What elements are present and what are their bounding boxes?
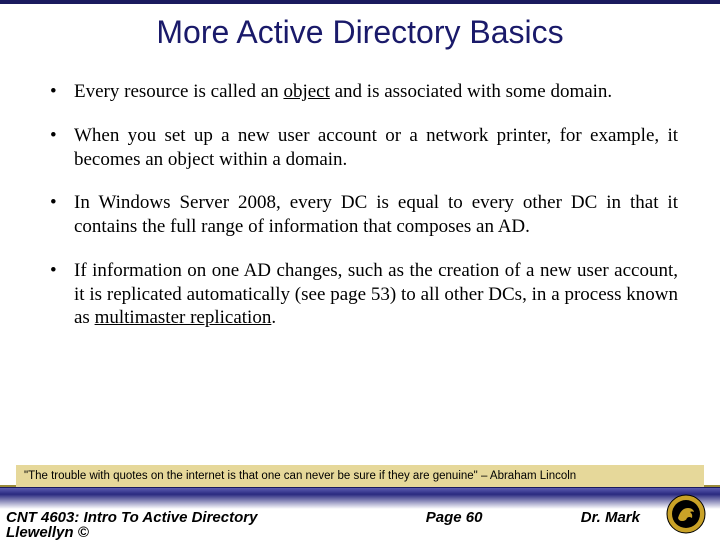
bullet-item: In Windows Server 2008, every DC is equa… [48, 191, 678, 239]
footer-page: Page 60 [257, 509, 580, 526]
bullet-item: When you set up a new user account or a … [48, 124, 678, 172]
footer: CNT 4603: Intro To Active Directory Page… [0, 507, 720, 540]
bullet-text: When you set up a new user account or a … [74, 125, 678, 170]
bullet-text: In Windows Server 2008, every DC is equa… [74, 192, 678, 237]
footer-copyright: Llewellyn © [6, 524, 89, 540]
quote-bar: "The trouble with quotes on the internet… [16, 465, 704, 487]
bullet-text: and is associated with some domain. [330, 81, 612, 102]
bullet-text: . [271, 307, 276, 328]
bullet-item: Every resource is called an object and i… [48, 80, 678, 104]
footer-gradient [0, 487, 720, 509]
bullet-item: If information on one AD changes, such a… [48, 259, 678, 330]
bullet-list: Every resource is called an object and i… [48, 80, 678, 330]
bullet-underline: object [283, 81, 329, 102]
slide-body: Every resource is called an object and i… [48, 80, 678, 350]
slide: More Active Directory Basics Every resou… [0, 0, 720, 540]
slide-title: More Active Directory Basics [0, 14, 720, 51]
bullet-underline: multimaster replication [95, 307, 272, 328]
ucf-pegasus-logo [666, 494, 706, 534]
quote-text: "The trouble with quotes on the internet… [24, 470, 576, 482]
bullet-text: Every resource is called an [74, 81, 283, 102]
top-border [0, 0, 720, 4]
